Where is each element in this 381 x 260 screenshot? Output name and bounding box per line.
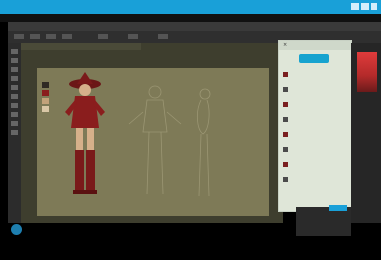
layers-panel: [296, 207, 351, 237]
option-control[interactable]: [62, 34, 72, 39]
text-tool-icon[interactable]: [11, 112, 18, 117]
tools-panel: [8, 43, 21, 223]
color-swatch[interactable]: [42, 98, 49, 104]
palette-header: ×: [279, 41, 351, 50]
close-button[interactable]: [371, 3, 377, 10]
plugin-palette: ×: [278, 40, 352, 212]
lasso-tool-icon[interactable]: [11, 67, 18, 72]
layer-icon: [283, 147, 288, 152]
panel-action-button[interactable]: [329, 205, 347, 211]
option-control[interactable]: [128, 34, 138, 39]
option-control[interactable]: [46, 34, 56, 39]
color-picker-field[interactable]: [357, 52, 377, 92]
layer-icon: [283, 87, 288, 92]
palette-row[interactable]: [283, 131, 347, 138]
palette-row[interactable]: [283, 146, 347, 153]
app-logo-icon: [11, 224, 22, 235]
close-icon[interactable]: ×: [283, 42, 348, 48]
option-control[interactable]: [158, 34, 168, 39]
pen-tool-icon[interactable]: [11, 121, 18, 126]
hand-tool-icon[interactable]: [11, 130, 18, 135]
move-tool-icon[interactable]: [11, 49, 18, 54]
layer-icon: [283, 72, 288, 77]
bottom-black-bar: [0, 236, 381, 260]
layer-icon: [283, 102, 288, 107]
character-sketch-side: [197, 88, 211, 197]
crop-tool-icon[interactable]: [11, 76, 18, 81]
character-artwork: [65, 72, 211, 197]
palette-row[interactable]: [283, 161, 347, 168]
color-swatch[interactable]: [42, 82, 49, 88]
layer-icon: [283, 177, 288, 182]
layer-icon: [283, 162, 288, 167]
minimize-button[interactable]: [351, 3, 359, 10]
option-control[interactable]: [98, 34, 108, 39]
option-control[interactable]: [14, 34, 24, 39]
layer-icon: [283, 117, 288, 122]
document-tab[interactable]: [21, 43, 141, 50]
palette-row[interactable]: [283, 86, 347, 93]
browser-top-bar: [0, 0, 381, 14]
character-colored: [65, 72, 105, 194]
menu-bar: [8, 22, 381, 31]
marquee-tool-icon[interactable]: [11, 58, 18, 63]
option-control[interactable]: [30, 34, 40, 39]
color-swatch[interactable]: [42, 106, 49, 112]
palette-action-button[interactable]: [299, 54, 329, 63]
palette-row[interactable]: [283, 101, 347, 108]
palette-row[interactable]: [283, 176, 347, 183]
brush-tool-icon[interactable]: [11, 85, 18, 90]
color-swatch[interactable]: [42, 90, 49, 96]
app-title-strip: [0, 14, 381, 22]
maximize-button[interactable]: [361, 3, 369, 10]
layer-icon: [283, 132, 288, 137]
eraser-tool-icon[interactable]: [11, 94, 18, 99]
palette-row[interactable]: [283, 116, 347, 123]
gradient-tool-icon[interactable]: [11, 103, 18, 108]
palette-row[interactable]: [283, 71, 347, 78]
character-sketch-front: [128, 85, 182, 195]
